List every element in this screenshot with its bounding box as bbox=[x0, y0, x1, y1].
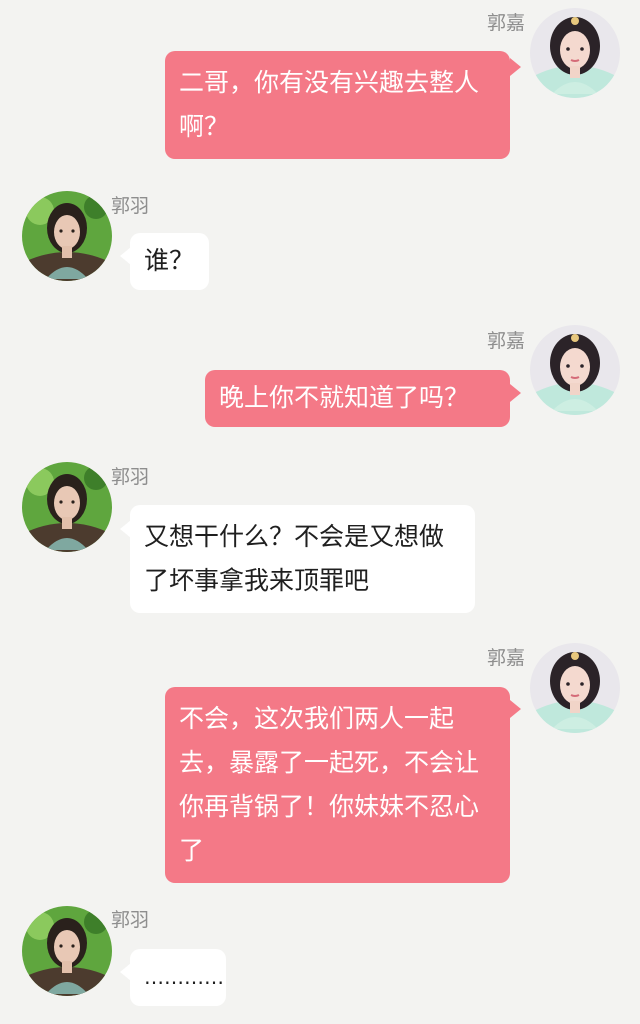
sender-name: 郭嘉 bbox=[487, 647, 526, 669]
sender-name: 郭羽 bbox=[111, 195, 150, 217]
message-bubble[interactable]: 又想干什么？不会是又想做了坏事拿我来顶罪吧 bbox=[130, 505, 475, 613]
message-bubble[interactable]: 不会，这次我们两人一起去，暴露了一起死，不会让你再背锅了！你妹妹不忍心了 bbox=[165, 687, 510, 883]
bubble-tail bbox=[510, 700, 521, 718]
sender-name: 郭嘉 bbox=[487, 12, 526, 34]
male-avatar-icon[interactable] bbox=[22, 191, 112, 281]
sender-name: 郭嘉 bbox=[487, 330, 526, 352]
bubble-tail bbox=[510, 58, 521, 76]
female-avatar-icon[interactable] bbox=[530, 8, 620, 98]
sender-name: 郭羽 bbox=[111, 466, 150, 488]
female-avatar-icon[interactable] bbox=[530, 643, 620, 733]
bubble-tail bbox=[510, 384, 521, 402]
sender-name: 郭羽 bbox=[111, 909, 150, 931]
message-bubble[interactable]: ………… bbox=[130, 949, 226, 1006]
message-bubble[interactable]: 谁？ bbox=[130, 233, 209, 290]
message-bubble[interactable]: 晚上你不就知道了吗？ bbox=[205, 370, 510, 427]
message-bubble[interactable]: 二哥，你有没有兴趣去整人啊？ bbox=[165, 51, 510, 159]
male-avatar-icon[interactable] bbox=[22, 906, 112, 996]
male-avatar-icon[interactable] bbox=[22, 462, 112, 552]
female-avatar-icon[interactable] bbox=[530, 325, 620, 415]
